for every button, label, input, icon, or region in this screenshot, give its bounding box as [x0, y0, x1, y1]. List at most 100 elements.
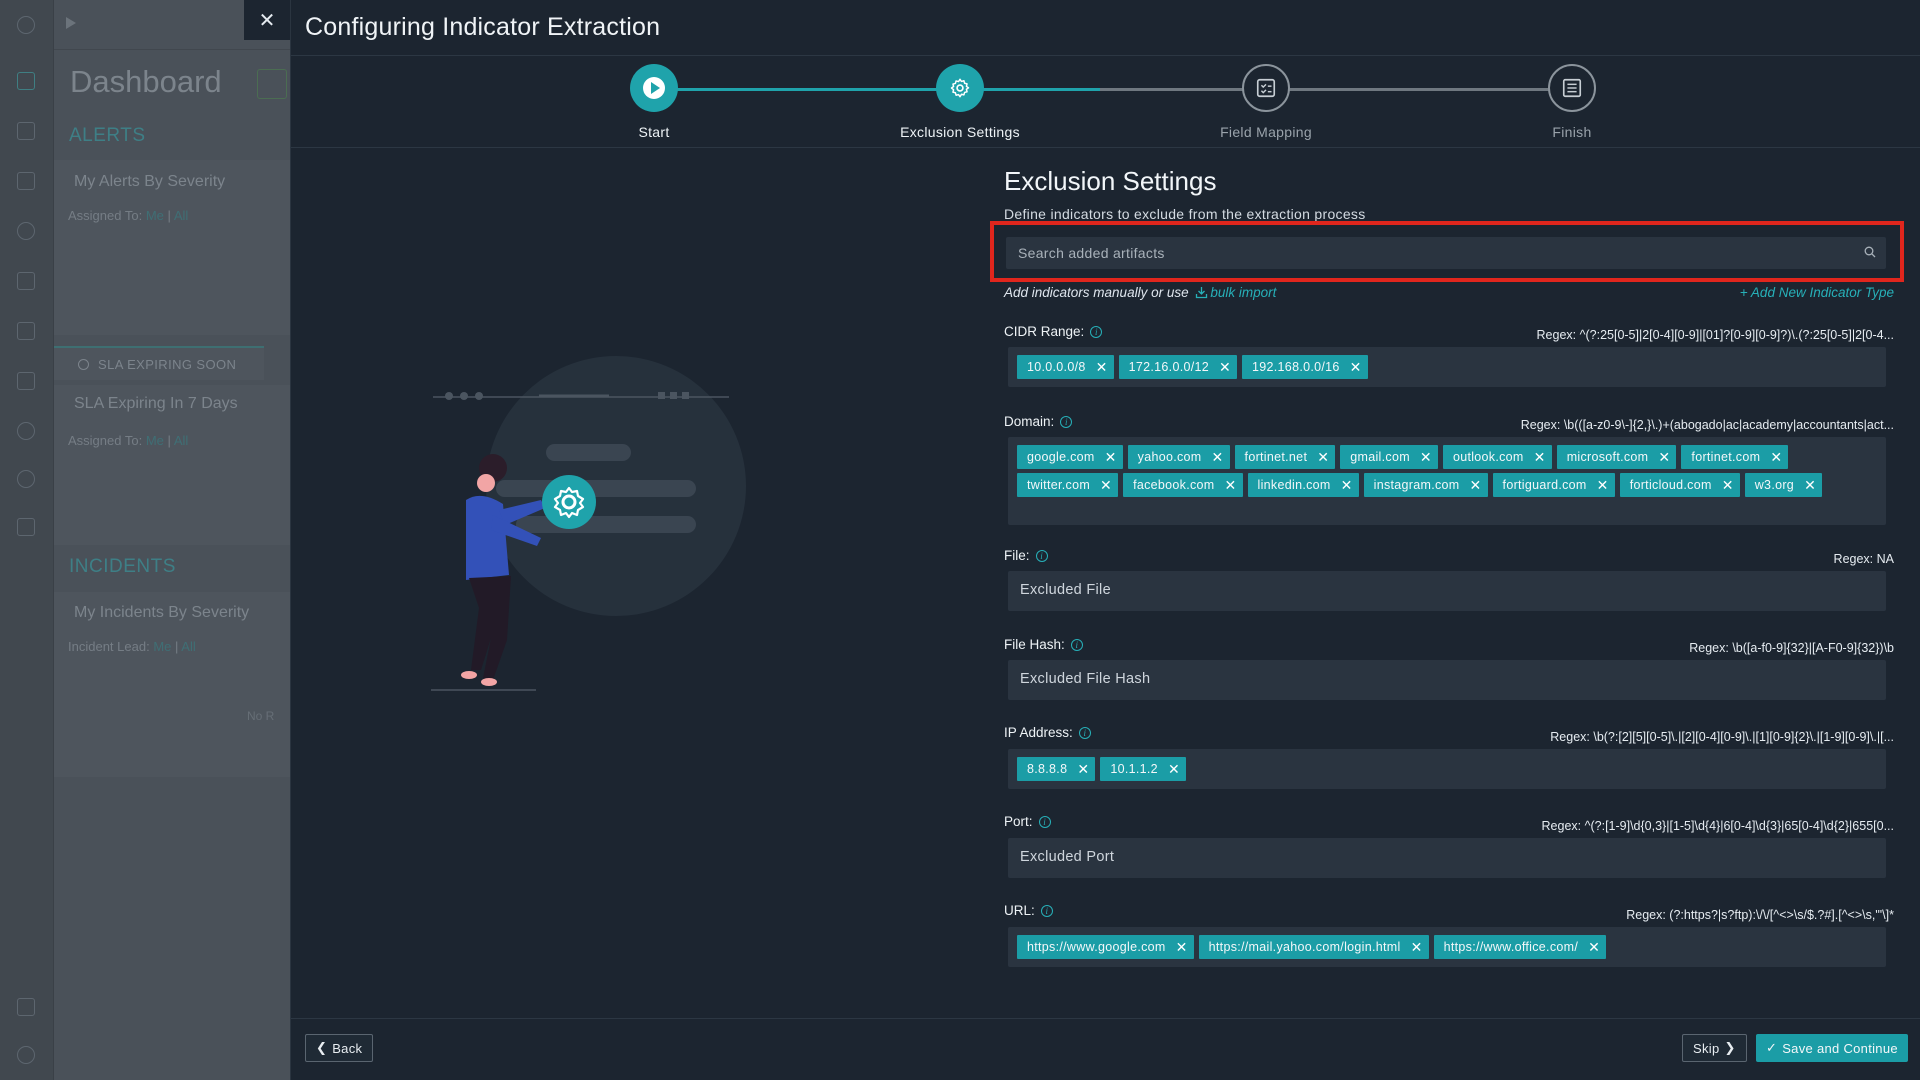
assigned-separator: |	[167, 208, 171, 223]
ip-address-field[interactable]: 8.8.8.8 ✕ 10.1.1.2 ✕	[1008, 749, 1886, 789]
remove-chip-icon[interactable]: ✕	[1176, 939, 1188, 956]
extraction-modal: Configuring Indicator Extraction Start E…	[290, 0, 1920, 1080]
step-field-mapping[interactable]: Field Mapping	[1156, 64, 1376, 140]
indicator-chip: yahoo.com ✕	[1127, 445, 1230, 469]
port-regex: Regex: ^(?:[1-9]\d{0,3}|[1-5]\d{4}|6[0-4…	[1541, 819, 1894, 833]
remove-chip-icon[interactable]: ✕	[1219, 359, 1231, 376]
remove-chip-icon[interactable]: ✕	[1168, 761, 1180, 778]
alerts-section-title: ALERTS	[69, 125, 146, 146]
back-button[interactable]: ❮ Back	[305, 1034, 374, 1062]
lead-label: Incident Lead:	[68, 639, 150, 654]
info-icon[interactable]: i	[1070, 638, 1083, 651]
ip-address-regex: Regex: \b(?:[2][5][0-5]\.|[2][0-4][0-9]\…	[1550, 730, 1894, 744]
assigned-all-link: All	[173, 208, 189, 223]
remove-chip-icon[interactable]: ✕	[1722, 477, 1734, 494]
cidr-field[interactable]: 10.0.0.0/8 ✕ 172.16.0.0/12 ✕ 192.168.0.0/16 ✕	[1008, 347, 1886, 387]
remove-chip-icon[interactable]: ✕	[1534, 449, 1546, 466]
port-field[interactable]: Excluded Port	[1008, 838, 1886, 878]
helper-label: Add indicators manually or use	[1004, 285, 1189, 300]
domain-chips: google.com ✕ yahoo.com ✕ fortinet.net ✕ gmail.…	[1017, 445, 1878, 497]
chip-label: outlook.com	[1452, 450, 1524, 464]
search-artifacts[interactable]	[1006, 237, 1886, 269]
info-icon[interactable]: i	[1060, 415, 1073, 428]
no-data-text: No R	[247, 709, 275, 723]
remove-chip-icon[interactable]: ✕	[1317, 449, 1329, 466]
domain-field[interactable]: google.com ✕ yahoo.com ✕ fortinet.net ✕ gmail.…	[1008, 437, 1886, 525]
remove-chip-icon[interactable]: ✕	[1077, 761, 1089, 778]
indicator-chip: https://www.office.com/ ✕	[1433, 935, 1607, 959]
chip-label: 172.16.0.0/12	[1128, 360, 1209, 374]
search-icon[interactable]	[1864, 246, 1876, 258]
info-icon[interactable]: i	[1040, 904, 1053, 917]
person-with-gear-illustration	[431, 356, 746, 691]
ip-address-label-text: IP Address:	[1004, 725, 1073, 740]
step-finish[interactable]: Finish	[1462, 64, 1682, 140]
assigned-me-link: Me	[145, 208, 164, 223]
save-label: Save and Continue	[1782, 1040, 1898, 1056]
remove-chip-icon[interactable]: ✕	[1588, 939, 1600, 956]
chip-label: microsoft.com	[1566, 450, 1649, 464]
bulk-import-label: bulk import	[1210, 285, 1277, 300]
remove-chip-icon[interactable]: ✕	[1350, 359, 1362, 376]
chip-label: forticloud.com	[1629, 478, 1712, 492]
check-icon: ✓	[1766, 1040, 1778, 1055]
close-modal-button[interactable]: ✕	[244, 0, 290, 40]
search-input[interactable]	[1006, 237, 1886, 269]
incidents-section-title: INCIDENTS	[69, 556, 176, 577]
remove-chip-icon[interactable]: ✕	[1341, 477, 1353, 494]
bulk-import-link[interactable]: bulk import	[1192, 285, 1276, 300]
remove-chip-icon[interactable]: ✕	[1658, 449, 1670, 466]
indicator-chip: linkedin.com ✕	[1247, 473, 1359, 497]
sla-card-title: SLA Expiring In 7 Days	[74, 395, 238, 412]
remove-chip-icon[interactable]: ✕	[1411, 939, 1423, 956]
remove-chip-icon[interactable]: ✕	[1105, 449, 1117, 466]
file-regex: Regex: NA	[1833, 552, 1894, 566]
step-start-circle	[630, 64, 678, 112]
modal-title: Configuring Indicator Extraction	[305, 13, 661, 41]
domain-regex: Regex: \b(([a-z0-9\-]{2,}\.)+(abogado|ac…	[1520, 418, 1894, 432]
save-and-continue-button[interactable]: ✓ Save and Continue	[1756, 1034, 1908, 1062]
user-nav-icon	[17, 422, 35, 440]
incidents-lead: Incident Lead: Me | All	[68, 639, 196, 654]
remove-chip-icon[interactable]: ✕	[1225, 477, 1237, 494]
remove-chip-icon[interactable]: ✕	[1770, 449, 1782, 466]
skip-label: Skip	[1693, 1040, 1720, 1056]
checklist-icon	[1256, 78, 1276, 98]
remove-chip-icon[interactable]: ✕	[1100, 477, 1112, 494]
step-start[interactable]: Start	[544, 64, 764, 140]
chip-label: 192.168.0.0/16	[1252, 360, 1340, 374]
step-exclusion-settings[interactable]: Exclusion Settings	[850, 64, 1070, 140]
remove-chip-icon[interactable]: ✕	[1804, 477, 1816, 494]
lead-me-link: Me	[153, 639, 172, 654]
skip-button[interactable]: Skip ❯	[1682, 1034, 1747, 1062]
remove-chip-icon[interactable]: ✕	[1212, 449, 1224, 466]
indicator-chip: microsoft.com ✕	[1556, 445, 1677, 469]
add-new-indicator-type-link[interactable]: + Add New Indicator Type	[1740, 285, 1894, 300]
chevron-right-icon: ❯	[1724, 1040, 1736, 1055]
indicator-chip: facebook.com ✕	[1123, 473, 1243, 497]
file-hash-field[interactable]: Excluded File Hash	[1008, 660, 1886, 700]
step-label: Field Mapping	[1220, 124, 1312, 140]
chip-label: https://www.office.com/	[1443, 940, 1579, 954]
incidents-card-title: My Incidents By Severity	[74, 604, 250, 621]
url-chips: https://www.google.com ✕ https://mail.yaho…	[1017, 935, 1878, 959]
remove-chip-icon[interactable]: ✕	[1470, 477, 1482, 494]
indicator-chip: google.com ✕	[1017, 445, 1123, 469]
indicator-chip: 10.1.1.2 ✕	[1100, 757, 1186, 781]
remove-chip-icon[interactable]: ✕	[1420, 449, 1432, 466]
info-icon[interactable]: i	[1038, 815, 1051, 828]
nav-rail	[0, 0, 54, 1080]
url-regex: Regex: (?:https?|s?ftp):\/\/[^<>\s/$.?#]…	[1626, 908, 1894, 922]
port-label-text: Port:	[1004, 814, 1033, 829]
info-icon[interactable]: i	[1035, 549, 1048, 562]
chip-label: instagram.com	[1373, 478, 1460, 492]
alerts-nav-icon	[17, 122, 35, 140]
info-icon[interactable]: i	[1078, 726, 1091, 739]
url-field[interactable]: https://www.google.com ✕ https://mail.yaho…	[1008, 927, 1886, 967]
info-icon[interactable]: i	[1090, 325, 1103, 338]
file-field[interactable]: Excluded File	[1008, 571, 1886, 611]
chip-label: 10.1.1.2	[1110, 762, 1158, 776]
remove-chip-icon[interactable]: ✕	[1096, 359, 1108, 376]
remove-chip-icon[interactable]: ✕	[1597, 477, 1609, 494]
gear-icon	[950, 78, 970, 98]
